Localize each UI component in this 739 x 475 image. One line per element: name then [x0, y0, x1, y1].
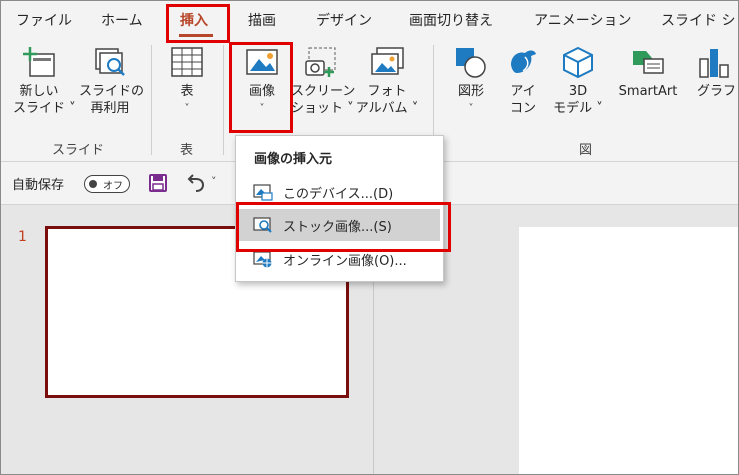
table-icon: [169, 45, 205, 79]
stock-image-icon: [253, 216, 273, 234]
image-chevron-icon: ˅: [259, 103, 265, 114]
photo-album-icon: [369, 45, 405, 79]
smartart-label: SmartArt: [618, 84, 678, 99]
3d-models-label-1: 3D: [568, 84, 588, 99]
screenshot-label-2: ショット ˅: [291, 101, 354, 116]
icons-label-2: コン: [509, 101, 536, 116]
picture-icon: [244, 45, 280, 79]
tab-design[interactable]: デザイン: [316, 10, 372, 30]
shapes-label: 図形: [457, 84, 484, 99]
smartart-icon: [630, 45, 666, 79]
undo-icon[interactable]: [185, 173, 207, 193]
menu-item-label: このデバイス...(D): [283, 187, 394, 202]
screenshot-button[interactable]: スクリーン ショット ˅: [291, 45, 356, 117]
new-slide-icon: [21, 45, 57, 79]
chart-button[interactable]: グラフ: [691, 45, 737, 100]
photo-album-button[interactable]: フォト アルバム ˅: [353, 45, 421, 117]
menu-item-online-images[interactable]: オンライン画像(O)...: [239, 243, 440, 275]
tab-slideshow[interactable]: スライド ショ: [661, 10, 738, 30]
tab-draw[interactable]: 描画: [248, 10, 276, 30]
group-label-table: 表: [180, 143, 194, 158]
reuse-slide-button[interactable]: スライドの 再利用: [79, 45, 145, 117]
screenshot-label-1: スクリーン: [291, 84, 356, 99]
menu-item-this-device[interactable]: このデバイス...(D): [239, 176, 440, 208]
undo-dropdown-chevron-icon[interactable]: ˅: [211, 175, 217, 188]
cube-icon: [560, 45, 596, 79]
group-label-slides: スライド: [52, 143, 105, 158]
reuse-slide-label-2: 再利用: [90, 101, 130, 116]
3d-models-label-2: モデル ˅: [553, 101, 603, 116]
powerpoint-window: ファイル ホーム 挿入 描画 デザイン 画面切り替え アニメーション スライド …: [0, 0, 739, 475]
tab-home[interactable]: ホーム: [101, 10, 143, 30]
menu-item-label: オンライン画像(O)...: [283, 254, 407, 269]
save-icon[interactable]: [148, 173, 168, 193]
tab-file[interactable]: ファイル: [16, 10, 72, 30]
reuse-slide-icon: [92, 45, 128, 79]
toggle-knob: [89, 180, 97, 188]
bar-chart-icon: [695, 45, 731, 79]
ribbon-tab-bar: ファイル ホーム 挿入 描画 デザイン 画面切り替え アニメーション スライド …: [1, 1, 738, 39]
new-slide-label-1: 新しい: [19, 84, 59, 99]
autosave-state: オフ: [103, 181, 123, 192]
shapes-icon: [453, 45, 489, 79]
menu-title: 画像の挿入元: [254, 152, 333, 167]
menu-item-label: ストック画像...(S): [283, 220, 392, 235]
3d-models-button[interactable]: 3D モデル ˅: [549, 45, 607, 117]
table-button[interactable]: 表 ˅: [161, 45, 213, 117]
tab-insert[interactable]: 挿入: [180, 10, 208, 30]
shapes-button[interactable]: 図形 ˅: [445, 45, 497, 117]
photo-album-label-1: フォト: [367, 84, 407, 99]
icons-button[interactable]: アイ コン: [501, 45, 545, 117]
tab-animations[interactable]: アニメーション: [534, 10, 631, 30]
smartart-button[interactable]: SmartArt: [611, 45, 685, 100]
slide-canvas[interactable]: [519, 227, 738, 474]
tab-transitions[interactable]: 画面切り替え: [409, 10, 493, 30]
image-button[interactable]: 画像 ˅: [233, 45, 291, 117]
slide-number: 1: [18, 229, 27, 245]
photo-album-label-2: アルバム ˅: [355, 101, 419, 116]
group-divider: [151, 45, 152, 155]
icons-label-1: アイ: [510, 84, 536, 99]
bird-icon: [505, 45, 541, 79]
autosave-toggle[interactable]: オフ: [84, 175, 130, 193]
online-picture-icon: [253, 250, 273, 268]
group-label-illustrations: 図: [579, 143, 593, 158]
reuse-slide-label-1: スライドの: [79, 84, 145, 99]
device-picture-icon: [253, 183, 273, 201]
shapes-chevron-icon: ˅: [468, 103, 474, 114]
autosave-label: 自動保存: [12, 178, 65, 193]
new-slide-button[interactable]: 新しい スライド ˅: [13, 45, 76, 117]
image-label: 画像: [248, 84, 275, 99]
active-tab-indicator: [179, 34, 213, 37]
screenshot-icon: [303, 45, 339, 79]
group-divider: [223, 45, 224, 155]
new-slide-label-2: スライド ˅: [13, 101, 76, 116]
table-label: 表: [180, 84, 194, 99]
table-chevron-icon: ˅: [184, 103, 190, 114]
menu-item-stock-images[interactable]: ストック画像...(S): [239, 209, 440, 241]
image-insert-menu: 画像の挿入元 このデバイス...(D) ストック画像...(S) オンライン画像…: [235, 135, 444, 282]
chart-label: グラフ: [697, 84, 737, 99]
